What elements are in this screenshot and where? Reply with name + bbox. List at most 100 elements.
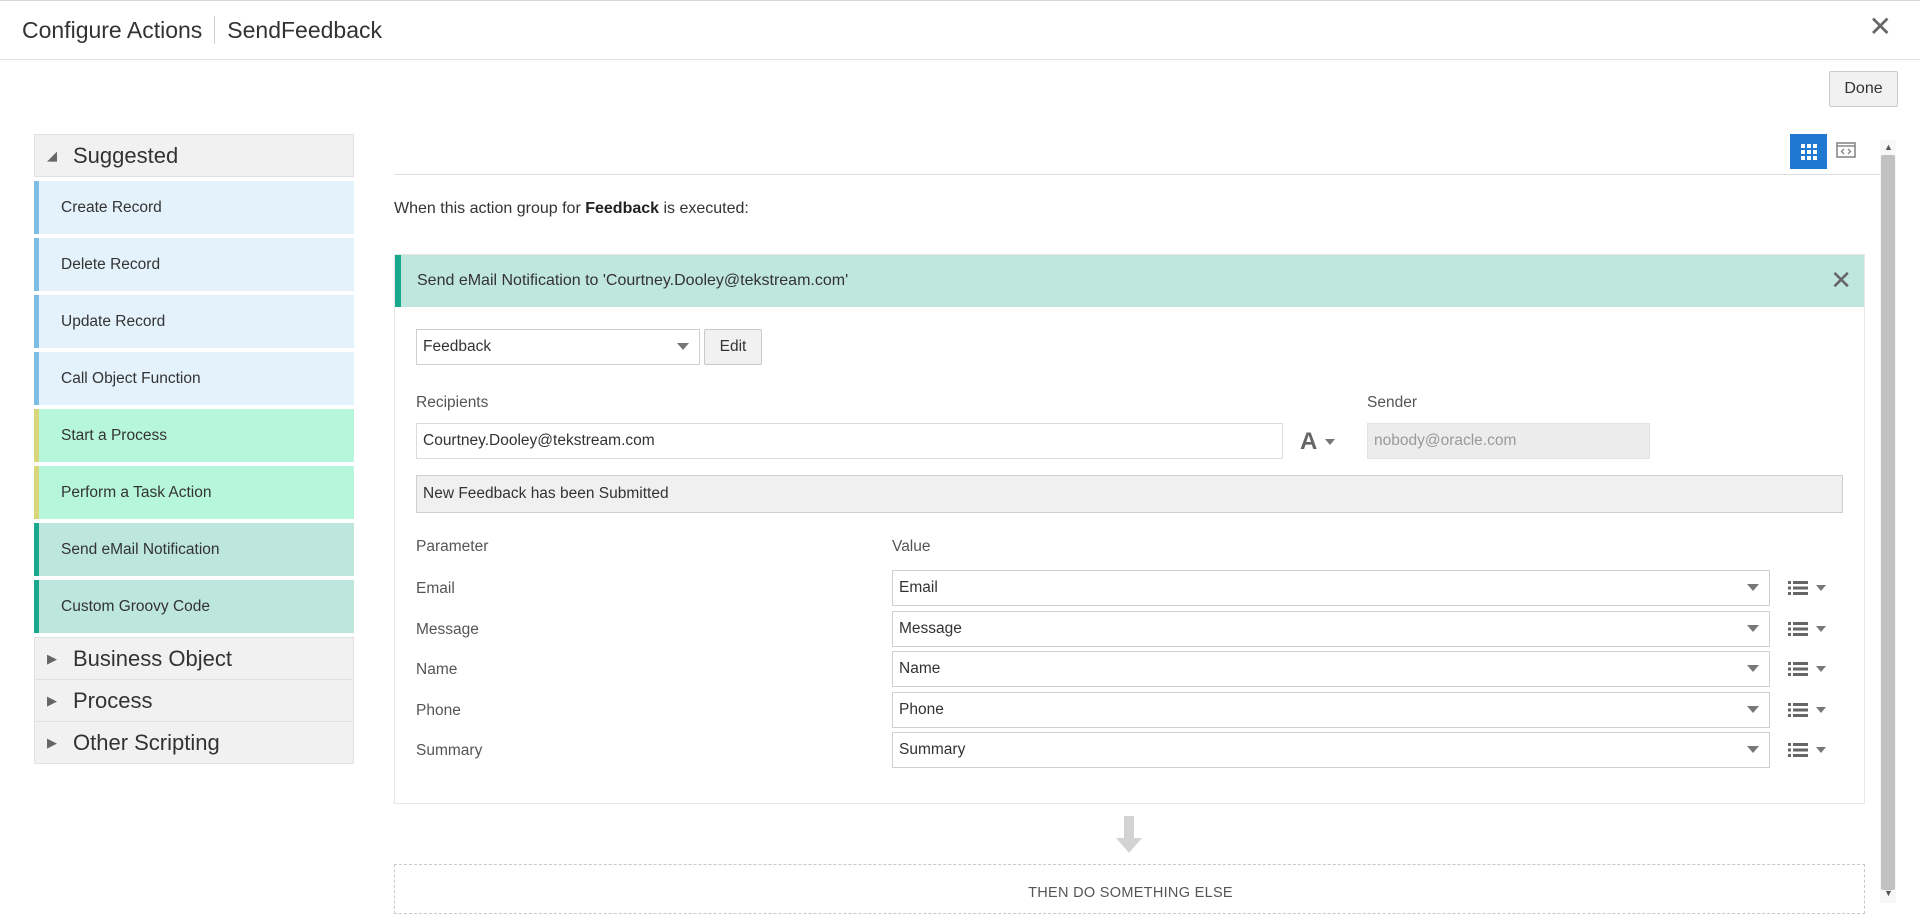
sender-input: nobody@oracle.com xyxy=(1367,423,1650,459)
sender-placeholder: nobody@oracle.com xyxy=(1374,432,1517,449)
chevron-down-icon xyxy=(1747,625,1759,632)
collapse-triangle-icon: ◢ xyxy=(47,147,57,163)
palette-item-label: Send eMail Notification xyxy=(61,540,220,558)
action-group-description: When this action group for Feedback is e… xyxy=(394,200,749,218)
suggested-list: Create Record Delete Record Update Recor… xyxy=(34,177,354,633)
action-palette: ◢ Suggested Create Record Delete Record … xyxy=(34,134,354,764)
when-prefix: When this action group for xyxy=(394,200,581,217)
email-template-select[interactable]: Feedback xyxy=(416,329,700,365)
chevron-down-icon xyxy=(1816,666,1826,672)
palette-item-label: Perform a Task Action xyxy=(61,483,212,501)
param-value-select-message[interactable]: Message xyxy=(892,611,1770,647)
recipients-label: Recipients xyxy=(416,394,489,411)
palette-item-label: Delete Record xyxy=(61,255,161,273)
code-icon xyxy=(1836,142,1856,158)
param-name-name: Name xyxy=(416,661,458,678)
email-action-title: Send eMail Notification to 'Courtney.Doo… xyxy=(417,272,849,289)
group-label: Process xyxy=(73,687,153,713)
chevron-down-icon xyxy=(1747,584,1759,591)
chevron-down-icon xyxy=(1747,746,1759,753)
param-name-summary: Summary xyxy=(416,742,483,759)
param-options-menu[interactable] xyxy=(1788,621,1834,637)
sender-label: Sender xyxy=(1367,394,1417,411)
param-name-phone: Phone xyxy=(416,702,461,719)
scrollbar-thumb[interactable] xyxy=(1881,155,1895,890)
list-icon xyxy=(1788,703,1808,717)
list-icon xyxy=(1788,662,1808,676)
grid-icon xyxy=(1800,143,1817,160)
when-suffix: is executed: xyxy=(663,200,749,217)
dialog-title: Configure Actions SendFeedback xyxy=(22,16,382,44)
group-other-scripting[interactable]: ▶ Other Scripting xyxy=(34,722,354,764)
subject-input[interactable]: New Feedback has been Submitted xyxy=(416,475,1843,513)
list-icon xyxy=(1788,622,1808,636)
action-name: SendFeedback xyxy=(227,16,383,43)
chevron-down-icon xyxy=(1816,707,1826,713)
param-value: Message xyxy=(899,620,962,637)
list-icon xyxy=(1788,743,1808,757)
suggested-header[interactable]: ◢ Suggested xyxy=(34,134,354,177)
param-options-menu[interactable] xyxy=(1788,742,1834,758)
done-button[interactable]: Done xyxy=(1829,71,1898,107)
title-divider xyxy=(214,16,216,44)
param-options-menu[interactable] xyxy=(1788,661,1834,677)
email-action-header: Send eMail Notification to 'Courtney.Doo… xyxy=(395,255,1864,307)
chevron-down-icon xyxy=(1325,439,1336,445)
parameter-column-header: Parameter xyxy=(416,538,489,555)
scroll-up-arrow-icon[interactable]: ▲ xyxy=(1884,142,1893,152)
remove-action-icon[interactable]: ✕ xyxy=(1830,265,1852,296)
text-format-menu[interactable]: A xyxy=(1300,428,1336,456)
group-process[interactable]: ▶ Process xyxy=(34,680,354,722)
page-title: Configure Actions xyxy=(22,16,203,43)
subject-value: New Feedback has been Submitted xyxy=(423,485,669,502)
suggested-label: Suggested xyxy=(73,142,179,168)
toolbar-divider xyxy=(394,174,1880,175)
grid-view-button[interactable] xyxy=(1790,134,1827,169)
palette-item-label: Create Record xyxy=(61,198,162,216)
palette-item-send-email-notification[interactable]: Send eMail Notification xyxy=(34,523,354,576)
chevron-down-icon xyxy=(1816,747,1826,753)
text-format-icon: A xyxy=(1300,428,1318,455)
then-do-something-else-label: THEN DO SOMETHING ELSE xyxy=(1028,885,1233,901)
param-name-email: Email xyxy=(416,580,455,597)
expand-triangle-icon: ▶ xyxy=(47,734,57,750)
group-business-object[interactable]: ▶ Business Object xyxy=(34,637,354,680)
dialog-header: Configure Actions SendFeedback ✕ xyxy=(0,0,1920,60)
param-value: Summary xyxy=(899,741,966,758)
palette-item-label: Call Object Function xyxy=(61,369,201,387)
param-options-menu[interactable] xyxy=(1788,702,1834,718)
chevron-down-icon xyxy=(1816,585,1826,591)
palette-item-label: Update Record xyxy=(61,312,166,330)
param-value-select-phone[interactable]: Phone xyxy=(892,692,1770,728)
edit-template-button[interactable]: Edit xyxy=(704,329,762,365)
arrow-down-icon xyxy=(1114,816,1144,859)
email-template-value: Feedback xyxy=(423,338,492,355)
param-options-menu[interactable] xyxy=(1788,580,1834,596)
recipients-input[interactable]: Courtney.Dooley@tekstream.com xyxy=(416,423,1283,459)
palette-item-call-object-function[interactable]: Call Object Function xyxy=(34,352,354,405)
palette-item-custom-groovy-code[interactable]: Custom Groovy Code xyxy=(34,580,354,633)
param-value-select-name[interactable]: Name xyxy=(892,651,1770,687)
recipients-value: Courtney.Dooley@tekstream.com xyxy=(423,432,655,449)
add-next-action-dropzone[interactable]: THEN DO SOMETHING ELSE xyxy=(394,864,1865,914)
param-value: Name xyxy=(899,660,941,677)
param-value: Phone xyxy=(899,701,944,718)
param-value: Email xyxy=(899,579,938,596)
list-icon xyxy=(1788,581,1808,595)
group-label: Other Scripting xyxy=(73,729,220,755)
palette-item-start-process[interactable]: Start a Process xyxy=(34,409,354,462)
chevron-down-icon xyxy=(677,343,689,350)
palette-item-label: Start a Process xyxy=(61,426,167,444)
scroll-down-arrow-icon[interactable]: ▼ xyxy=(1884,888,1893,898)
palette-item-perform-task-action[interactable]: Perform a Task Action xyxy=(34,466,354,519)
palette-item-update-record[interactable]: Update Record xyxy=(34,295,354,348)
palette-item-create-record[interactable]: Create Record xyxy=(34,181,354,234)
close-icon[interactable]: ✕ xyxy=(1869,13,1892,41)
palette-item-delete-record[interactable]: Delete Record xyxy=(34,238,354,291)
param-value-select-email[interactable]: Email xyxy=(892,570,1770,606)
param-name-message: Message xyxy=(416,621,479,638)
code-view-button[interactable] xyxy=(1836,140,1856,160)
palette-item-label: Custom Groovy Code xyxy=(61,597,211,615)
expand-triangle-icon: ▶ xyxy=(47,650,57,666)
param-value-select-summary[interactable]: Summary xyxy=(892,732,1770,768)
